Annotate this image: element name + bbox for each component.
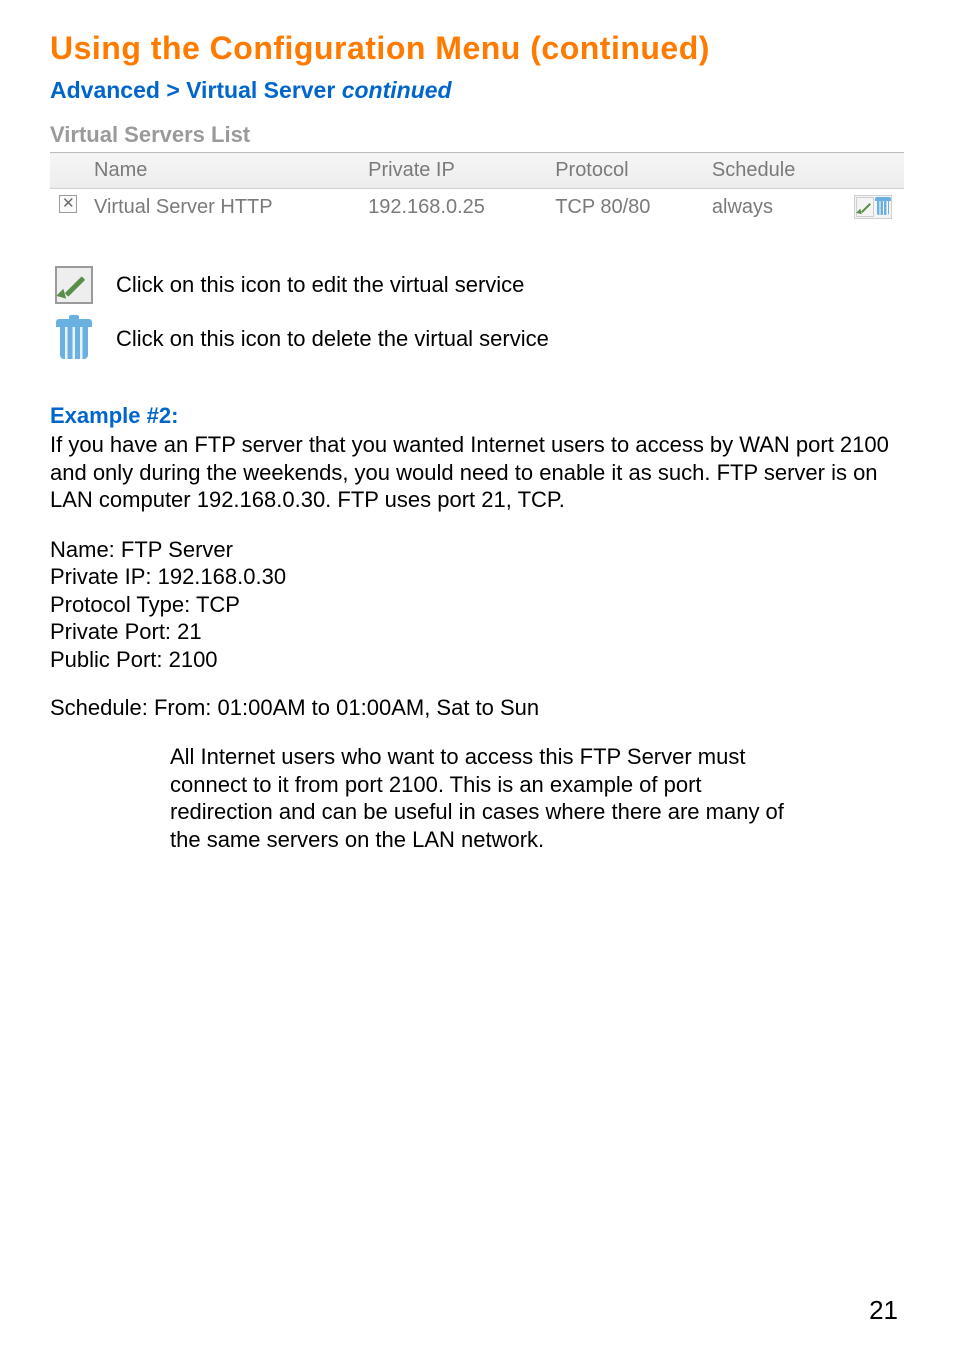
config-private-ip: Private IP: 192.168.0.30 [50,563,904,591]
page-title: Using the Configuration Menu (continued) [50,30,904,67]
delete-icon[interactable] [876,197,890,217]
config-public-port: Public Port: 2100 [50,646,904,674]
example-heading: Example #2: [50,403,904,429]
cell-protocol: TCP 80/80 [547,189,704,226]
breadcrumb: Advanced > Virtual Server continued [50,77,904,104]
config-protocol: Protocol Type: TCP [50,591,904,619]
page-number: 21 [869,1295,898,1326]
table-row: Virtual Server HTTP 192.168.0.25 TCP 80/… [50,189,904,226]
legend-row-edit: Click on this icon to edit the virtual s… [50,261,904,309]
example-note: All Internet users who want to access th… [170,743,790,853]
col-header-schedule: Schedule [704,153,844,189]
legend-delete-text: Click on this icon to delete the virtual… [116,326,549,352]
schedule-line: Schedule: From: 01:00AM to 01:00AM, Sat … [50,695,904,721]
col-header-name: Name [86,153,360,189]
config-block: Name: FTP Server Private IP: 192.168.0.3… [50,536,904,674]
legend-edit-text: Click on this icon to edit the virtual s… [116,272,524,298]
breadcrumb-suffix: continued [342,77,452,103]
col-header-check [50,153,86,189]
col-header-private-ip: Private IP [360,153,547,189]
edit-icon[interactable] [856,197,874,217]
edit-icon [55,266,93,304]
row-checkbox[interactable] [59,195,77,213]
cell-name: Virtual Server HTTP [86,189,360,226]
example-para: If you have an FTP server that you wante… [50,431,904,514]
legend-row-delete: Click on this icon to delete the virtual… [50,315,904,363]
row-actions [854,195,892,219]
cell-private-ip: 192.168.0.25 [360,189,547,226]
col-header-actions [844,153,904,189]
breadcrumb-path: Advanced > Virtual Server [50,77,342,103]
config-private-port: Private Port: 21 [50,618,904,646]
virtual-servers-table: Name Private IP Protocol Schedule Virtua… [50,152,904,225]
vs-list-heading: Virtual Servers List [50,122,904,148]
cell-schedule: always [704,189,844,226]
delete-icon [58,317,90,361]
col-header-protocol: Protocol [547,153,704,189]
icon-legend: Click on this icon to edit the virtual s… [50,261,904,363]
config-name: Name: FTP Server [50,536,904,564]
